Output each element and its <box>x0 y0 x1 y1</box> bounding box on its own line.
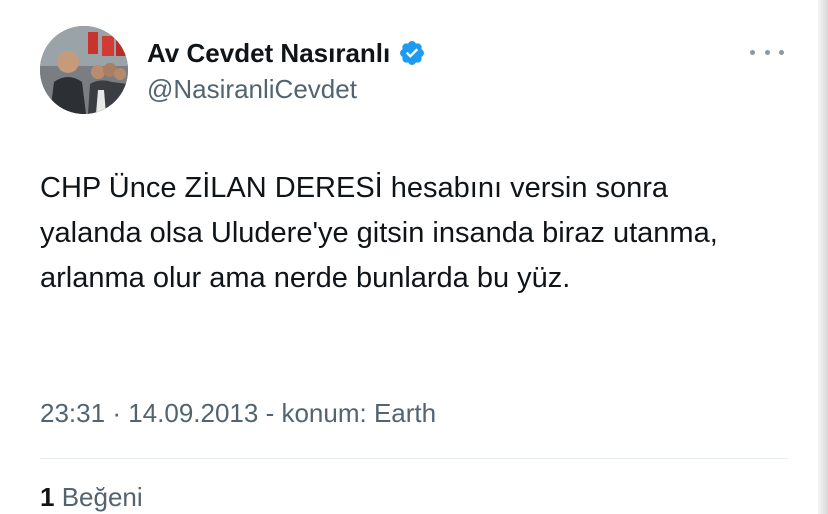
author-handle[interactable]: @NasiranliCevdet <box>147 74 357 105</box>
verified-badge-icon <box>398 39 426 67</box>
tweet-text: CHP Ünce ZİLAN DERESİ hesabını versin so… <box>40 172 718 294</box>
tweet-date[interactable]: 14.09.2013 <box>128 398 258 428</box>
author-name-row[interactable]: Av Cevdet Nasıranlı <box>147 36 426 70</box>
divider <box>40 458 788 459</box>
avatar[interactable] <box>40 26 128 114</box>
likes-label: Beğeni <box>61 482 143 512</box>
more-horizontal-icon-dot <box>779 49 784 55</box>
likes-stat[interactable]: 1 Beğeni <box>40 482 143 513</box>
window-edge <box>818 0 828 514</box>
avatar-photo <box>40 26 128 114</box>
more-horizontal-icon-dot <box>750 49 755 55</box>
likes-count: 1 <box>40 482 55 512</box>
tweet-time[interactable]: 23:31 <box>40 398 105 428</box>
author-display-name[interactable]: Av Cevdet Nasıranlı <box>147 38 390 69</box>
tweet-location: - konum: Earth <box>265 398 437 428</box>
more-horizontal-icon-dot <box>764 49 770 55</box>
tweet-meta: 23:31 · 14.09.2013 - konum: Earth <box>40 398 436 429</box>
more-options-button[interactable] <box>750 38 784 66</box>
meta-separator: · <box>112 398 121 428</box>
